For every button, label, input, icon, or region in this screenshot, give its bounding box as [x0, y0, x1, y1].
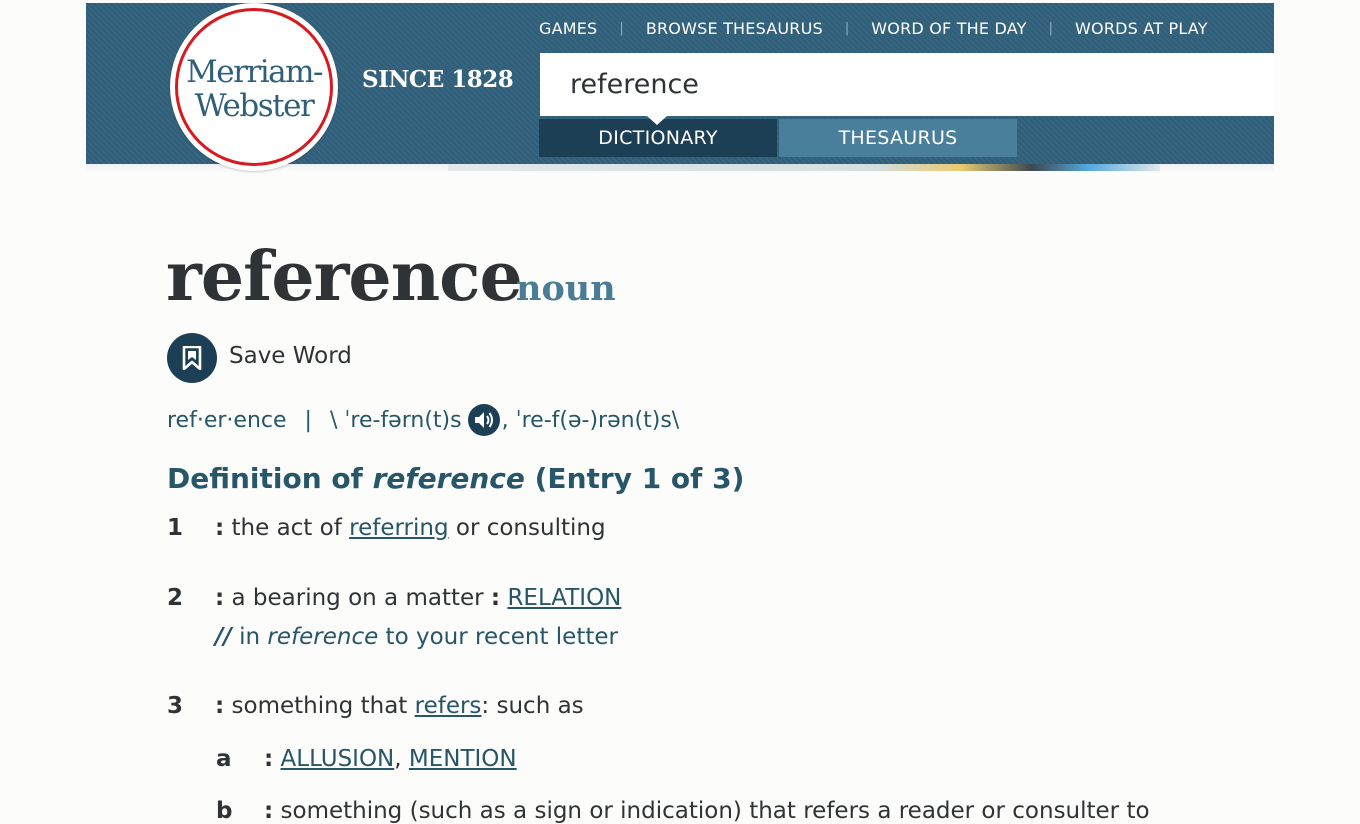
- example-word: reference: [267, 624, 379, 650]
- nav-separator: |: [619, 20, 624, 36]
- example-marker: //: [215, 624, 232, 650]
- subsense-text: : ALLUSION, MENTION: [264, 746, 517, 772]
- sense-text: : something that refers: such as: [215, 693, 584, 719]
- nav-games[interactable]: GAMES: [539, 19, 597, 38]
- ad-banner-strip[interactable]: [448, 164, 1160, 171]
- sense-colon: :: [264, 746, 274, 772]
- search-input[interactable]: [540, 53, 1274, 116]
- sense-text-before: the act of: [224, 515, 350, 541]
- headword: reference: [166, 237, 523, 317]
- xref-link-referring[interactable]: referring: [349, 515, 448, 541]
- speaker-icon: [474, 412, 493, 428]
- bookmark-icon: [182, 346, 202, 370]
- example-text-before: in: [231, 624, 268, 650]
- sense-text: : a bearing on a matter : RELATION: [215, 585, 621, 611]
- logo-line1: Merriam-: [186, 54, 324, 90]
- part-of-speech[interactable]: noun: [516, 264, 616, 314]
- sense-number: 1: [167, 515, 184, 541]
- sense-text-after: : such as: [481, 693, 584, 719]
- since-1828-tagline: SINCE 1828: [362, 66, 514, 93]
- subsense-letter: a: [216, 746, 232, 772]
- subsense-text: : something (such as a sign or indicatio…: [264, 798, 1150, 824]
- pronunciation-1: \ ˈre-fərn(t)s: [329, 407, 462, 433]
- syllables: ref·er·ence: [167, 407, 287, 433]
- sense-colon: :: [215, 693, 225, 719]
- pronunciation-2: , ˈre-f(ə-)rən(t)s\: [501, 407, 680, 433]
- sense-number: 3: [167, 693, 184, 719]
- top-nav: GAMES | BROWSE THESAURUS | WORD OF THE D…: [539, 16, 1208, 40]
- play-audio-button[interactable]: [467, 404, 500, 436]
- nav-browse-thesaurus[interactable]: BROWSE THESAURUS: [646, 19, 823, 38]
- nav-word-of-the-day[interactable]: WORD OF THE DAY: [871, 19, 1026, 38]
- logo-text: Merriam- Webster: [170, 55, 338, 123]
- xref-link-allusion[interactable]: ALLUSION: [281, 746, 395, 772]
- link-separator: ,: [394, 746, 402, 772]
- example-text-after: to your recent letter: [378, 624, 618, 650]
- xref-link-mention[interactable]: MENTION: [409, 746, 517, 772]
- sense-text-before: a bearing on a matter: [224, 585, 491, 611]
- definition-heading-suffix: (Entry 1 of 3): [524, 462, 745, 495]
- usage-example: // in reference to your recent letter: [215, 624, 618, 650]
- pron-separator: |: [304, 407, 312, 433]
- subsense-text-content: something (such as a sign or indication)…: [273, 798, 1150, 824]
- xref-link-refers[interactable]: refers: [415, 693, 482, 719]
- definition-heading-prefix: Definition of: [167, 462, 373, 495]
- pronunciation-row: ref·er·ence | \ ˈre-fərn(t)s , ˈre-f(ə-)…: [167, 404, 679, 436]
- definition-heading-word: reference: [372, 462, 525, 495]
- sense-text-after: or consulting: [448, 515, 606, 541]
- save-word-label[interactable]: Save Word: [229, 343, 352, 369]
- nav-words-at-play[interactable]: WORDS AT PLAY: [1075, 19, 1208, 38]
- sense-text: : the act of referring or consulting: [215, 515, 606, 541]
- subsense-letter: b: [216, 798, 233, 824]
- sense-colon-2: :: [490, 585, 501, 611]
- sense-text-before: something that: [224, 693, 415, 719]
- sense-colon: :: [215, 585, 225, 611]
- xref-link-relation[interactable]: RELATION: [507, 585, 621, 611]
- sense-colon: :: [264, 798, 274, 824]
- nav-separator: |: [1048, 20, 1054, 36]
- sense-colon: :: [215, 515, 225, 541]
- nav-separator: |: [844, 20, 850, 36]
- definition-heading: Definition of reference (Entry 1 of 3): [167, 462, 744, 495]
- merriam-webster-logo[interactable]: Merriam- Webster: [170, 3, 338, 171]
- active-tab-notch: [647, 116, 667, 125]
- save-word-button[interactable]: [167, 333, 217, 383]
- logo-line2: Webster: [194, 88, 315, 124]
- sense-number: 2: [167, 585, 184, 611]
- tab-thesaurus[interactable]: THESAURUS: [779, 119, 1017, 157]
